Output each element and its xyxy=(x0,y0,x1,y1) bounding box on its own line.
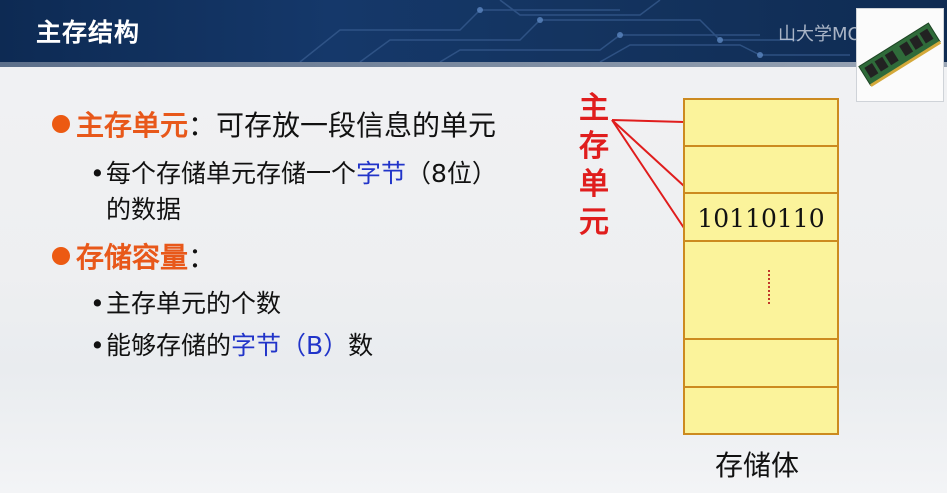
header-divider xyxy=(0,62,947,67)
cell-divider xyxy=(685,192,837,194)
colon-text: ： xyxy=(188,241,217,274)
sub-text: 每个存储单元存储一个 xyxy=(106,159,357,188)
byte-term: 字节（B） xyxy=(231,331,349,360)
orange-dot-icon xyxy=(52,115,70,133)
sub-item-unit-size: •每个存储单元存储一个字节（8位） xyxy=(90,159,497,188)
definition-text: ：可存放一段信息的单元 xyxy=(188,109,497,142)
cell-divider xyxy=(685,145,837,147)
label-char: 主 xyxy=(579,91,609,126)
label-char: 存 xyxy=(579,129,609,164)
memory-cell-value: 10110110 xyxy=(697,204,825,233)
byte-term: 字节 xyxy=(356,159,407,188)
cell-divider xyxy=(685,338,837,340)
sub-text-bits: （8位） xyxy=(406,159,497,188)
slide-header: 主存结构 山大学MOOC xyxy=(0,0,947,62)
storage-body: 10110110 xyxy=(683,98,839,435)
sub-item-unit-count: •主存单元的个数 xyxy=(90,289,282,318)
label-char: 元 xyxy=(579,205,609,240)
sub-text: 能够存储的 xyxy=(106,331,232,360)
orange-dot-icon xyxy=(52,247,70,265)
main-memory-unit-label: 主 存 单 元 xyxy=(576,90,612,242)
storage-body-label: 存储体 xyxy=(715,449,800,482)
sub-item-byte-count: •能够存储的字节（B）数 xyxy=(90,331,374,360)
bullet-storage-capacity: 存储容量 ： xyxy=(52,236,216,276)
cell-divider xyxy=(685,240,837,242)
sub-text-suffix: 数 xyxy=(348,331,374,360)
sub-item-unit-size-cont: 的数据 xyxy=(106,195,182,224)
sub-text: 主存单元的个数 xyxy=(106,289,282,318)
bullet-main-memory-unit: 主存单元 ：可存放一段信息的单元 xyxy=(52,104,496,144)
ram-module-icon xyxy=(856,8,944,102)
cell-divider xyxy=(685,386,837,388)
keyword-main-memory-unit: 主存单元 xyxy=(76,109,189,142)
ellipsis-icon xyxy=(768,270,770,304)
label-char: 单 xyxy=(579,167,609,202)
page-title: 主存结构 xyxy=(36,18,141,47)
keyword-storage-capacity: 存储容量 xyxy=(76,241,189,274)
